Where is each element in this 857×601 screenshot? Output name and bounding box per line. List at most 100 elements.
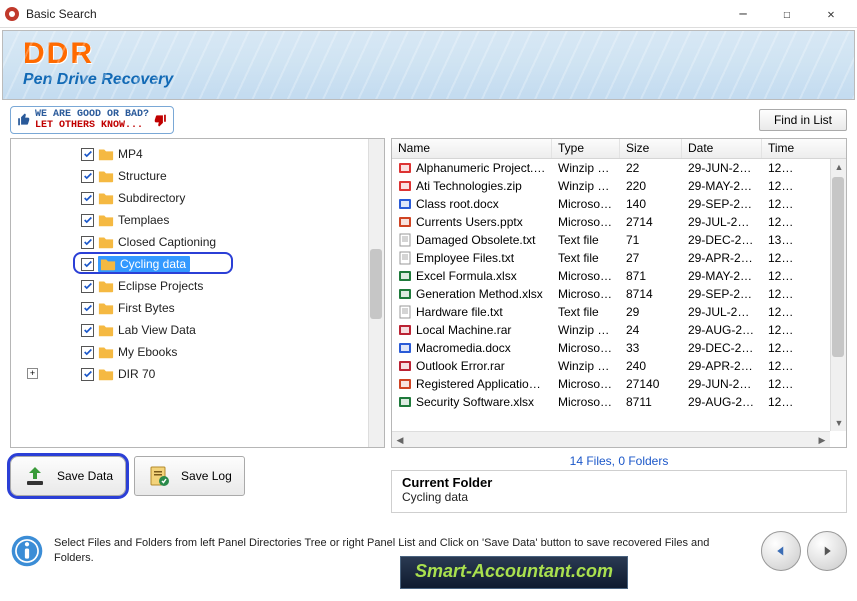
cell-name: Excel Formula.xlsx xyxy=(392,267,552,286)
cell-size: 22 xyxy=(620,159,682,177)
back-button[interactable] xyxy=(761,531,801,571)
list-vscrollbar[interactable]: ▲ ▼ xyxy=(830,159,846,431)
doc-file-icon xyxy=(398,341,412,355)
folder-icon xyxy=(98,345,114,359)
tree-item[interactable]: Templaes xyxy=(51,209,384,231)
tree-checkbox[interactable] xyxy=(81,236,94,249)
list-panel: Name Type Size Date Time Alphanumeric Pr… xyxy=(391,138,847,448)
list-row[interactable]: Registered Applications.p...Microsoft...… xyxy=(392,375,846,393)
cell-type: Microsoft... xyxy=(552,267,620,285)
feedback-banner[interactable]: WE ARE GOOD OR BAD? LET OTHERS KNOW... xyxy=(10,106,174,134)
list-row[interactable]: Excel Formula.xlsxMicrosoft...87129-MAY-… xyxy=(392,267,846,285)
tree-item[interactable]: Lab View Data xyxy=(51,319,384,341)
col-name[interactable]: Name xyxy=(392,139,552,158)
cell-name: Generation Method.xlsx xyxy=(392,285,552,304)
tree-scroll-thumb[interactable] xyxy=(370,249,382,319)
minimize-button[interactable]: ─ xyxy=(721,1,765,27)
list-row[interactable]: Local Machine.rarWinzip File2429-AUG-202… xyxy=(392,321,846,339)
forward-button[interactable] xyxy=(807,531,847,571)
cell-type: Microsoft... xyxy=(552,393,620,411)
cell-name: Employee Files.txt xyxy=(392,249,552,268)
tree-checkbox[interactable] xyxy=(81,214,94,227)
list-row[interactable]: Currents Users.pptxMicrosoft...271429-JU… xyxy=(392,213,846,231)
close-button[interactable]: ✕ xyxy=(809,1,853,27)
find-in-list-button[interactable]: Find in List xyxy=(759,109,847,131)
tree-label: MP4 xyxy=(118,147,143,161)
xls-file-icon xyxy=(398,395,412,409)
tree-checkbox[interactable] xyxy=(81,324,94,337)
brand-subtitle: Pen Drive Recovery xyxy=(23,71,834,89)
save-log-button[interactable]: Save Log xyxy=(134,456,245,496)
cell-name: Ati Technologies.zip xyxy=(392,177,552,196)
cell-name: Outlook Error.rar xyxy=(392,357,552,376)
doc-file-icon xyxy=(398,197,412,211)
folder-icon xyxy=(98,367,114,381)
tree-item[interactable]: Closed Captioning xyxy=(51,231,384,253)
tree-checkbox[interactable] xyxy=(81,192,94,205)
tree-item[interactable]: Subdirectory xyxy=(51,187,384,209)
col-date[interactable]: Date xyxy=(682,139,762,158)
cell-date: 29-AUG-2023 xyxy=(682,393,762,411)
list-row[interactable]: Security Software.xlsxMicrosoft...871129… xyxy=(392,393,846,411)
cell-date: 29-JUN-2023 xyxy=(682,375,762,393)
tree-checkbox[interactable] xyxy=(81,346,94,359)
cell-type: Text file xyxy=(552,231,620,249)
cell-name: Local Machine.rar xyxy=(392,321,552,340)
tree-item[interactable]: My Ebooks xyxy=(51,341,384,363)
cell-name: Hardware file.txt xyxy=(392,303,552,322)
tree-panel: MP4 StructureSubdirectoryTemplaesClosed C… xyxy=(10,138,385,448)
list-row[interactable]: Class root.docxMicrosoft...14029-SEP-202… xyxy=(392,195,846,213)
scroll-up-arrow[interactable]: ▲ xyxy=(831,159,846,175)
list-row[interactable]: Macromedia.docxMicrosoft...3329-DEC-2023… xyxy=(392,339,846,357)
list-hscrollbar[interactable]: ◀ ▶ xyxy=(392,431,830,447)
tree-scrollbar[interactable] xyxy=(368,139,384,447)
list-row[interactable]: Outlook Error.rarWinzip File24029-APR-20… xyxy=(392,357,846,375)
tree-item[interactable]: MP4 xyxy=(51,143,384,165)
list-scroll-thumb[interactable] xyxy=(832,177,844,357)
tree-checkbox[interactable] xyxy=(81,302,94,315)
col-size[interactable]: Size xyxy=(620,139,682,158)
cell-size: 240 xyxy=(620,357,682,375)
cell-time: 12:57 xyxy=(762,159,802,177)
cell-type: Winzip File xyxy=(552,321,620,339)
scroll-left-arrow[interactable]: ◀ xyxy=(392,432,408,447)
list-row[interactable]: Alphanumeric Project.zipWinzip File2229-… xyxy=(392,159,846,177)
cell-size: 8714 xyxy=(620,285,682,303)
tree-item[interactable]: First Bytes xyxy=(51,297,384,319)
maximize-button[interactable]: ☐ xyxy=(765,1,809,27)
feedback-line1: WE ARE GOOD OR BAD? xyxy=(35,109,149,120)
list-row[interactable]: Hardware file.txtText file2929-JUL-20231… xyxy=(392,303,846,321)
cell-size: 71 xyxy=(620,231,682,249)
tree-item[interactable]: +DIR 70 xyxy=(51,363,384,385)
tree-item[interactable]: Eclipse Projects xyxy=(51,275,384,297)
cell-type: Text file xyxy=(552,303,620,321)
folder-icon xyxy=(98,213,114,227)
tree-checkbox[interactable] xyxy=(81,280,94,293)
tree-label: Eclipse Projects xyxy=(118,279,203,293)
scroll-down-arrow[interactable]: ▼ xyxy=(831,415,846,431)
col-type[interactable]: Type xyxy=(552,139,620,158)
cell-date: 29-SEP-2023 xyxy=(682,285,762,303)
expander-icon[interactable]: + xyxy=(27,368,38,379)
cell-name: Class root.docx xyxy=(392,195,552,214)
list-row[interactable]: Damaged Obsolete.txtText file7129-DEC-20… xyxy=(392,231,846,249)
scroll-right-arrow[interactable]: ▶ xyxy=(814,432,830,447)
list-row[interactable]: Employee Files.txtText file2729-APR-2023… xyxy=(392,249,846,267)
folder-open-icon xyxy=(100,257,116,271)
tree-checkbox[interactable] xyxy=(81,368,94,381)
list-row[interactable]: Ati Technologies.zipWinzip File22029-MAY… xyxy=(392,177,846,195)
save-data-button[interactable]: Save Data xyxy=(10,456,126,496)
ppt-file-icon xyxy=(398,377,412,391)
cell-time: 12:50 xyxy=(762,393,802,411)
tree-item[interactable]: Cycling data xyxy=(51,253,384,275)
list-row[interactable]: Generation Method.xlsxMicrosoft...871429… xyxy=(392,285,846,303)
tree-checkbox[interactable] xyxy=(81,170,94,183)
tree-label: Cycling data xyxy=(120,257,186,271)
promo-banner[interactable]: Smart-Accountant.com xyxy=(400,556,628,589)
col-time[interactable]: Time xyxy=(762,139,802,158)
tree-checkbox[interactable] xyxy=(81,258,94,271)
tree-item[interactable]: Structure xyxy=(51,165,384,187)
folder-icon xyxy=(98,235,114,249)
tree-checkbox[interactable] xyxy=(81,148,94,161)
zip-file-icon xyxy=(398,161,412,175)
